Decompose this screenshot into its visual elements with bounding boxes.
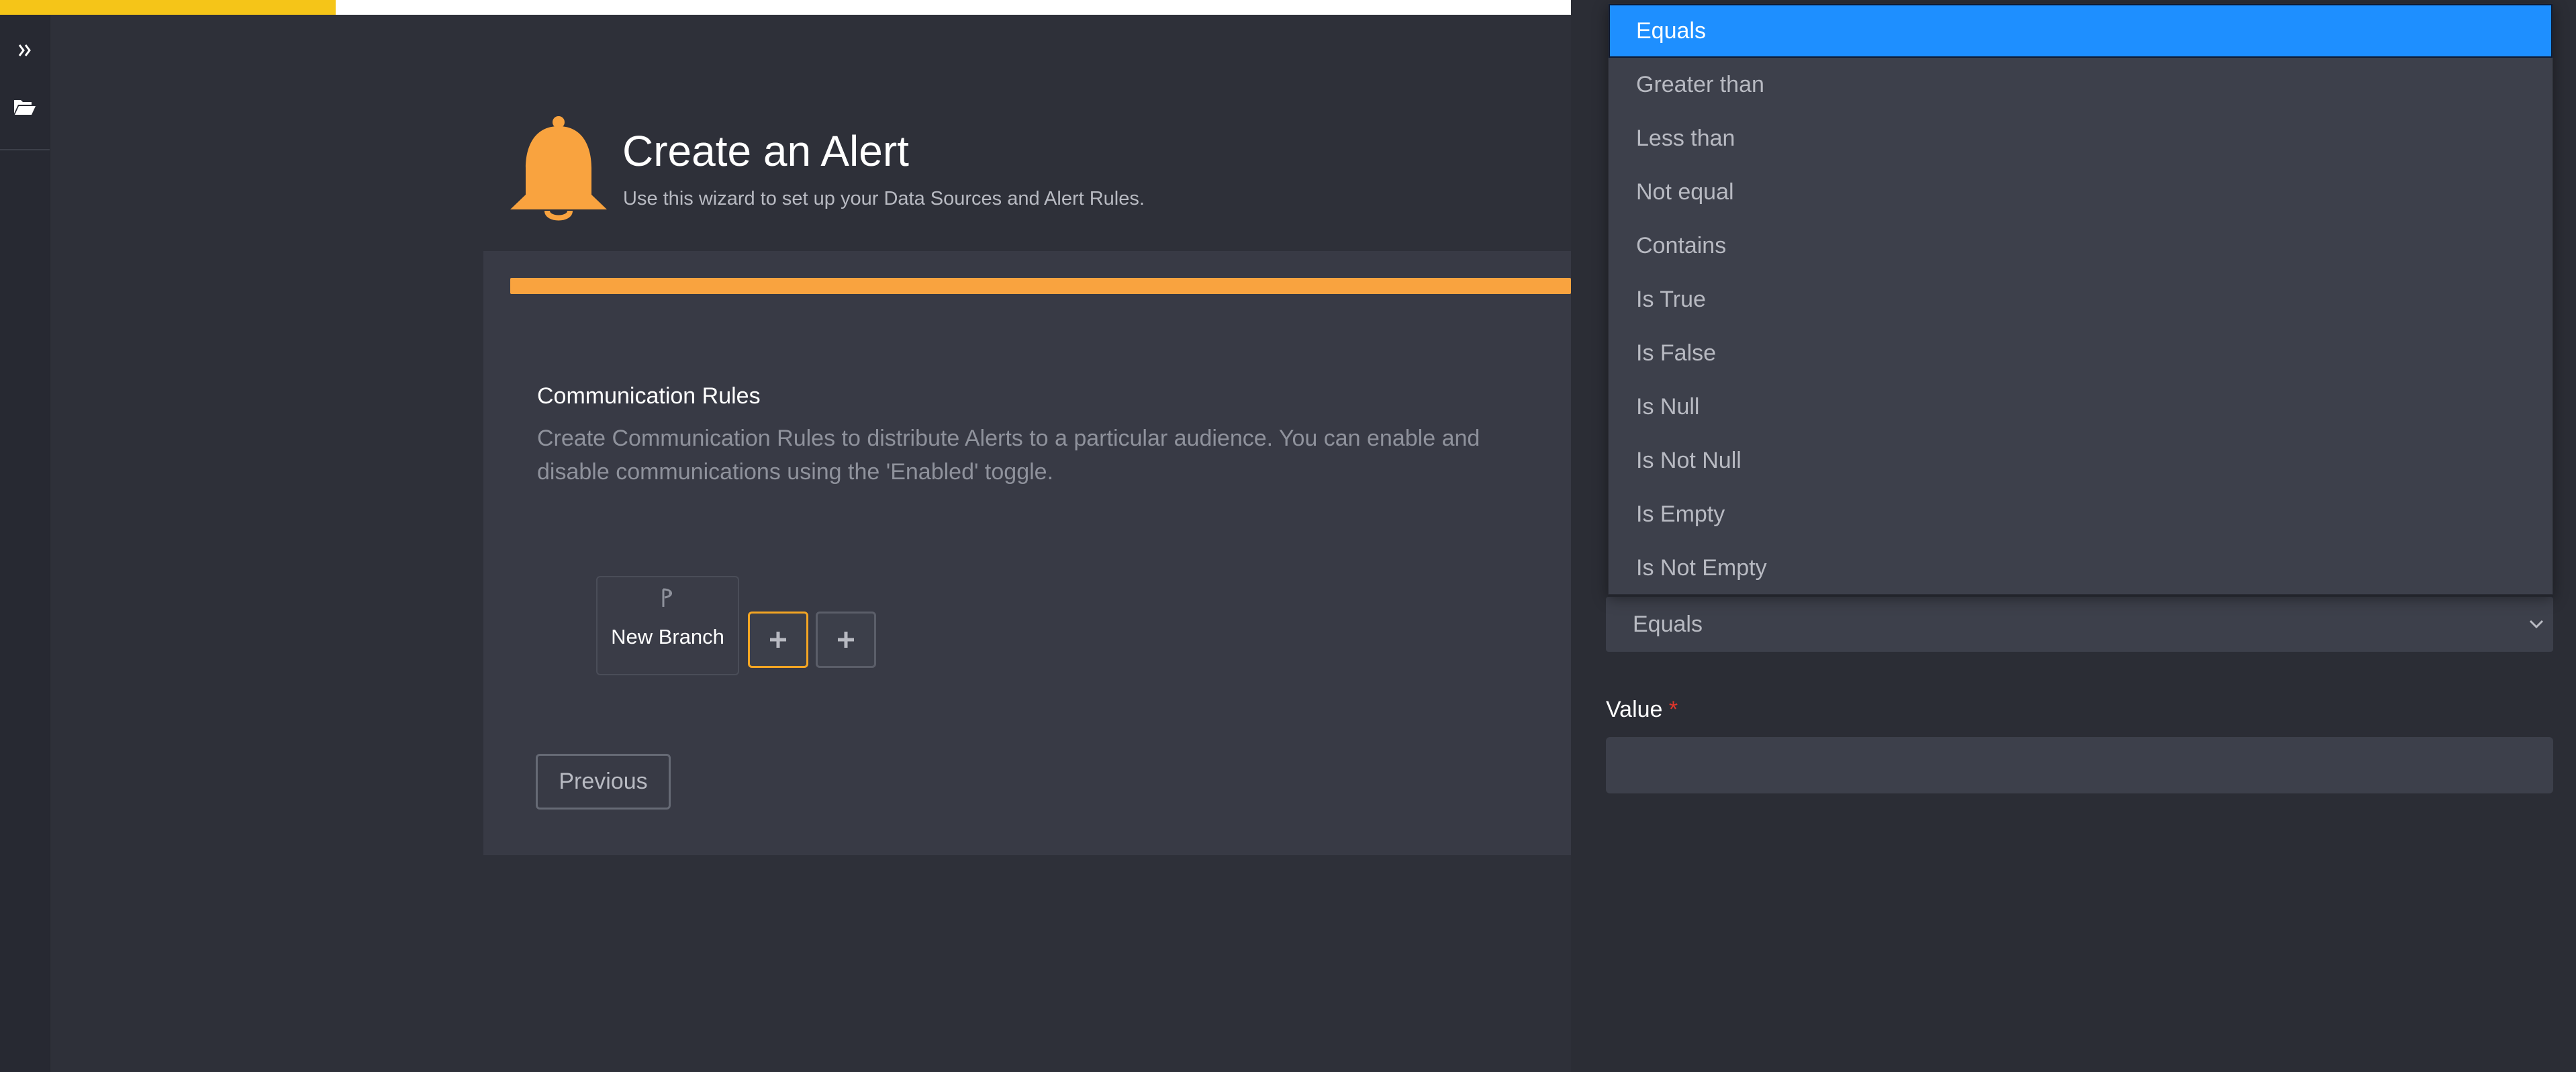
plus-icon xyxy=(838,632,854,648)
option-is-true[interactable]: Is True xyxy=(1609,273,2553,326)
open-folder-button[interactable] xyxy=(0,83,50,130)
option-is-false[interactable]: Is False xyxy=(1609,326,2553,380)
option-contains[interactable]: Contains xyxy=(1609,219,2553,273)
value-label: Value * xyxy=(1606,697,1678,723)
section-title: Communication Rules xyxy=(537,383,761,409)
chevron-down-icon xyxy=(2529,620,2544,629)
bell-icon xyxy=(510,116,607,221)
previous-button[interactable]: Previous xyxy=(536,754,671,810)
condition-select-value: Equals xyxy=(1633,612,1703,637)
add-rule-button[interactable] xyxy=(816,612,876,668)
branch-label: New Branch xyxy=(611,625,724,648)
page-subtitle: Use this wizard to set up your Data Sour… xyxy=(623,188,1145,209)
option-equals[interactable]: Equals xyxy=(1609,4,2553,58)
option-not-equal[interactable]: Not equal xyxy=(1609,165,2553,219)
option-is-empty[interactable]: Is Empty xyxy=(1609,487,2553,541)
option-is-not-null[interactable]: Is Not Null xyxy=(1609,434,2553,487)
wizard-progress-bar xyxy=(510,278,1571,294)
condition-select[interactable]: Equals xyxy=(1606,597,2553,652)
dropdown-bottom-border xyxy=(1608,595,2553,597)
option-is-not-empty[interactable]: Is Not Empty xyxy=(1609,541,2553,595)
expand-sidebar-button[interactable] xyxy=(0,27,50,74)
side-rail xyxy=(0,15,50,1072)
page-title: Create an Alert xyxy=(622,127,909,175)
add-branch-button[interactable] xyxy=(748,612,808,668)
condition-dropdown-list: Equals Greater than Less than Not equal … xyxy=(1608,3,2553,595)
value-label-text: Value xyxy=(1606,697,1663,722)
wizard-card: Communication Rules Create Communication… xyxy=(483,251,1571,855)
top-bar xyxy=(0,0,1571,15)
required-marker: * xyxy=(1668,697,1678,722)
folder-open-icon xyxy=(14,100,36,115)
option-is-null[interactable]: Is Null xyxy=(1609,380,2553,434)
plus-icon xyxy=(770,632,786,648)
section-description: Create Communication Rules to distribute… xyxy=(537,426,1480,485)
new-branch-node[interactable]: New Branch xyxy=(596,576,739,675)
rail-divider xyxy=(0,149,50,150)
value-input[interactable] xyxy=(1606,737,2553,793)
double-chevron-right-icon xyxy=(18,44,31,56)
option-less-than[interactable]: Less than xyxy=(1609,111,2553,165)
option-greater-than[interactable]: Greater than xyxy=(1609,58,2553,111)
branch-icon xyxy=(662,588,672,607)
top-progress-indicator xyxy=(0,0,336,15)
